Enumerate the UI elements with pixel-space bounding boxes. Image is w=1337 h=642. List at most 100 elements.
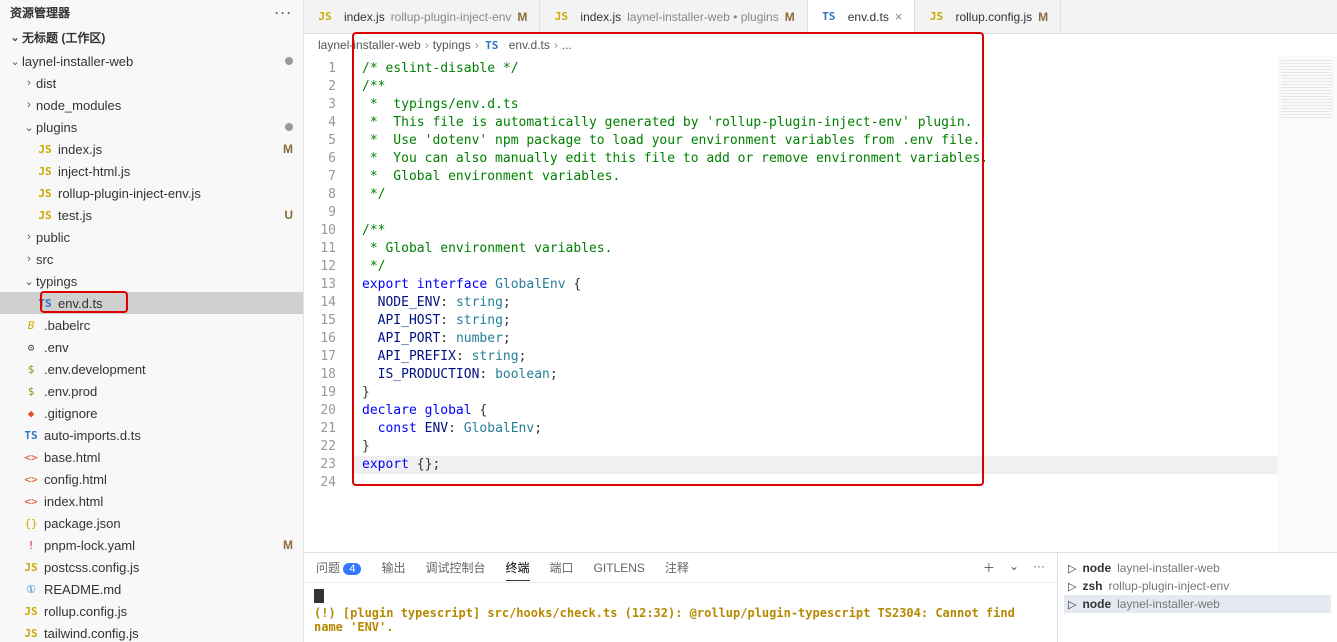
code-line: /* eslint-disable */ <box>352 60 1277 78</box>
tree-item[interactable]: ◆.gitignore <box>0 402 303 424</box>
chevron-icon: › <box>22 253 36 265</box>
code-line: export interface GlobalEnv { <box>352 276 1277 294</box>
tree-item[interactable]: ⌄laynel-installer-web <box>0 50 303 72</box>
tree-item[interactable]: TSauto-imports.d.ts <box>0 424 303 446</box>
tree-item[interactable]: B.babelrc <box>0 314 303 336</box>
minimap[interactable] <box>1277 56 1337 552</box>
tree-item[interactable]: ›src <box>0 248 303 270</box>
code-line: /** <box>352 78 1277 96</box>
breadcrumb[interactable]: laynel-installer-web›typings›TSenv.d.ts›… <box>304 34 1337 56</box>
chevron-icon: ⌄ <box>22 121 36 134</box>
tree-item[interactable]: <>index.html <box>0 490 303 512</box>
editor-tab[interactable]: JSrollup.config.jsM <box>915 0 1061 33</box>
tree-item[interactable]: $.env.development <box>0 358 303 380</box>
line-number: 23 <box>304 456 352 474</box>
breadcrumb-item[interactable]: env.d.ts <box>509 38 550 52</box>
tree-item[interactable]: ⚙.env <box>0 336 303 358</box>
modified-dot-icon <box>285 57 293 65</box>
tree-item[interactable]: <>config.html <box>0 468 303 490</box>
editor-tab[interactable]: JSindex.jsrollup-plugin-inject-envM <box>304 0 540 33</box>
add-terminal-icon[interactable]: ＋ <box>983 559 995 576</box>
line-number: 11 <box>304 240 352 258</box>
tree-item[interactable]: JStest.jsU <box>0 204 303 226</box>
breadcrumb-item[interactable]: ... <box>562 38 572 52</box>
tree-item-label: config.html <box>44 472 303 487</box>
editor-tab[interactable]: TSenv.d.ts× <box>808 0 916 33</box>
terminal-output[interactable]: (!) [plugin typescript] src/hooks/check.… <box>304 583 1057 642</box>
html-icon: <> <box>22 495 40 508</box>
tree-item-label: node_modules <box>36 98 303 113</box>
tree-item-label: .env.prod <box>44 384 303 399</box>
tree-item[interactable]: JS rollup-plugin-inject-env.js <box>0 182 303 204</box>
workspace-header[interactable]: ⌄ 无标题 (工作区) <box>0 25 303 50</box>
code-line: const ENV: GlobalEnv; <box>352 420 1277 438</box>
tree-item[interactable]: JSindex.jsM <box>0 138 303 160</box>
tree-item-label: plugins <box>36 120 285 135</box>
chevron-down-icon[interactable]: ⌄ <box>1009 559 1019 576</box>
code-line: * Global environment variables. <box>352 168 1277 186</box>
chevron-icon: › <box>22 99 36 111</box>
tree-item[interactable]: JSinject-html.js <box>0 160 303 182</box>
line-number: 10 <box>304 222 352 240</box>
code-line: * typings/env.d.ts <box>352 96 1277 114</box>
terminal-list-item[interactable]: ▷ node laynel-installer-web <box>1064 559 1331 577</box>
panel-tab[interactable]: 输出 <box>381 559 405 576</box>
tree-item-label: .env <box>44 340 303 355</box>
dollar-icon: $ <box>22 385 40 398</box>
panel-tab[interactable]: 注释 <box>665 559 689 576</box>
code-line: IS_PRODUCTION: boolean; <box>352 366 1277 384</box>
editor-tab[interactable]: JSindex.jslaynel-installer-web • plugins… <box>540 0 807 33</box>
more-icon[interactable]: ··· <box>1033 559 1045 576</box>
tree-item[interactable]: ›public <box>0 226 303 248</box>
line-number: 16 <box>304 330 352 348</box>
code-line: /** <box>352 222 1277 240</box>
panel-tab[interactable]: 端口 <box>550 559 574 576</box>
code-line: API_PREFIX: string; <box>352 348 1277 366</box>
tree-item[interactable]: $ .env.prod <box>0 380 303 402</box>
panel-tab[interactable]: GITLENS <box>594 561 645 575</box>
panel-tab[interactable]: 终端 <box>506 559 530 581</box>
line-number: 7 <box>304 168 352 186</box>
tree-item-label: postcss.config.js <box>44 560 303 575</box>
tree-item[interactable]: ①README.md <box>0 578 303 600</box>
tree-item[interactable]: ›dist <box>0 72 303 94</box>
tree-item-label: index.js <box>58 142 283 157</box>
tree-item[interactable]: <>base.html <box>0 446 303 468</box>
breadcrumb-item[interactable]: typings <box>433 38 471 52</box>
tree-item[interactable]: TSenv.d.ts <box>0 292 303 314</box>
line-number: 3 <box>304 96 352 114</box>
breadcrumb-item[interactable]: laynel-installer-web <box>318 38 421 52</box>
tree-item[interactable]: JSrollup.config.js <box>0 600 303 622</box>
tree-item[interactable]: JStailwind.config.js <box>0 622 303 642</box>
tree-item[interactable]: ⌄typings <box>0 270 303 292</box>
panel-tab[interactable]: 调试控制台 <box>425 559 485 576</box>
html-icon: <> <box>22 451 40 464</box>
js-icon: JS <box>22 605 40 618</box>
code-content[interactable]: /* eslint-disable *//** * typings/env.d.… <box>352 56 1277 552</box>
tree-item[interactable]: {}package.json <box>0 512 303 534</box>
js-icon: JS <box>36 209 54 222</box>
terminal-name: node <box>1082 561 1111 575</box>
modified-badge: M <box>283 538 293 552</box>
line-number: 17 <box>304 348 352 366</box>
terminal-icon: ▷ <box>1068 580 1076 593</box>
code-line: * You can also manually edit this file t… <box>352 150 1277 168</box>
minimap-thumb <box>1281 60 1333 120</box>
tree-item[interactable]: JSpostcss.config.js <box>0 556 303 578</box>
ts-icon: TS <box>483 39 501 52</box>
close-icon[interactable]: × <box>895 9 903 24</box>
tree-item[interactable]: ›node_modules <box>0 94 303 116</box>
tree-item-label: rollup-plugin-inject-env.js <box>58 186 303 201</box>
tree-item[interactable]: !pnpm-lock.yamlM <box>0 534 303 556</box>
more-icon[interactable]: ··· <box>275 6 293 20</box>
tree-item-label: env.d.ts <box>58 296 303 311</box>
panel-tab[interactable]: 问题 4 <box>316 559 361 576</box>
terminal-path: laynel-installer-web <box>1117 561 1220 575</box>
terminal-warning-line: (!) [plugin typescript] src/hooks/check.… <box>314 606 1047 634</box>
terminal-list-item[interactable]: ▷ zsh rollup-plugin-inject-env <box>1064 577 1331 595</box>
ts-icon: TS <box>22 429 40 442</box>
terminal-list-item[interactable]: ▷ node laynel-installer-web <box>1064 595 1331 613</box>
tree-item[interactable]: ⌄plugins <box>0 116 303 138</box>
js-icon: JS <box>36 187 54 200</box>
tree-item-label: .gitignore <box>44 406 303 421</box>
